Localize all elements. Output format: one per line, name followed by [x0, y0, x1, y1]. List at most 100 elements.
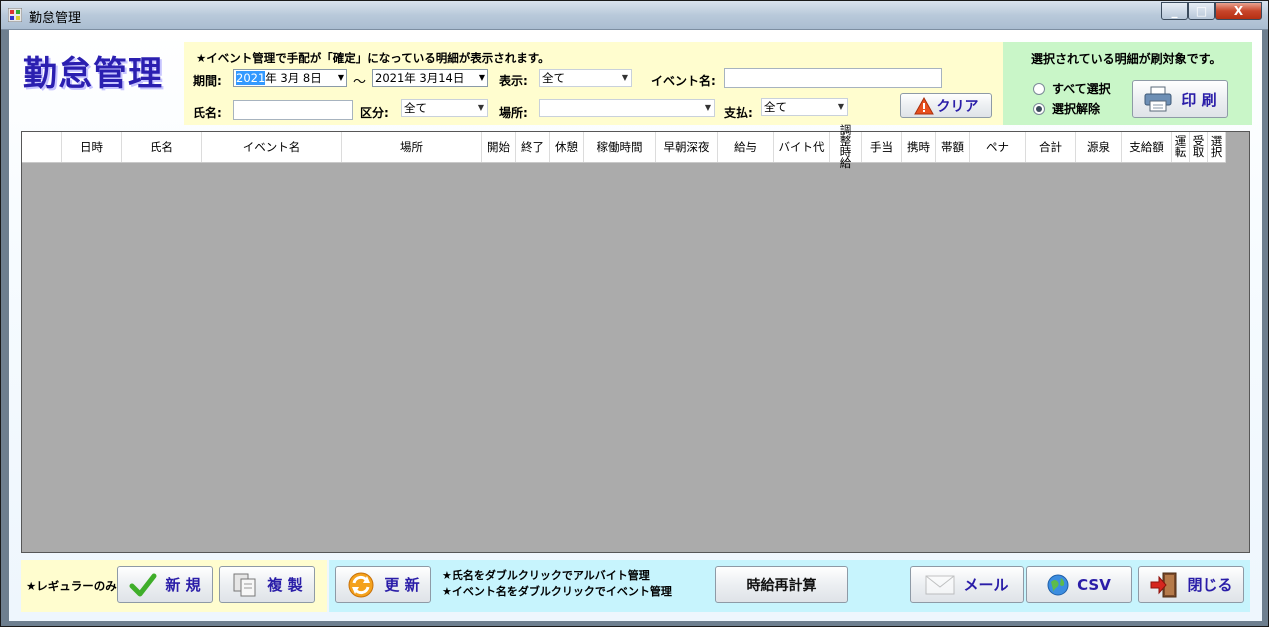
- payment-value: 全て: [764, 100, 787, 114]
- maximize-button[interactable]: □: [1188, 2, 1215, 20]
- warning-icon: [913, 96, 934, 114]
- exit-door-icon: [1150, 572, 1177, 597]
- date-from-picker[interactable]: 2021年 3月 8日 ▼: [233, 69, 347, 87]
- grid-col-driving[interactable]: 運転: [1172, 132, 1190, 162]
- grid-col-working-hours[interactable]: 稼働時間: [584, 132, 656, 162]
- date-to-value: 2021年 3月14日: [375, 71, 465, 85]
- refresh-button[interactable]: 更 新: [335, 566, 431, 603]
- recalculate-wage-button[interactable]: 時給再計算: [715, 566, 848, 603]
- grid-col-name[interactable]: 氏名: [122, 132, 202, 162]
- grid-col-received[interactable]: 受取: [1190, 132, 1208, 162]
- display-value: 全て: [542, 71, 565, 85]
- date-to-picker[interactable]: 2021年 3月14日 ▼: [372, 69, 488, 87]
- name-label: 氏名:: [193, 106, 222, 120]
- globe-icon: [1047, 574, 1069, 595]
- chevron-down-icon: ▼: [704, 103, 711, 112]
- print-notice: 選択されている明細が刷対象です。: [1031, 52, 1222, 66]
- app-window: 勤怠管理 _ □ X 勤怠管理 ★イベント管理で手配が「確定」になっている明細が…: [0, 0, 1269, 627]
- title-bar[interactable]: 勤怠管理 _ □ X: [1, 1, 1268, 30]
- deselect-radio[interactable]: 選択解除: [1033, 100, 1100, 117]
- close-app-button[interactable]: 閉じる: [1138, 566, 1244, 603]
- printer-icon: [1144, 86, 1172, 112]
- checkmark-icon: [129, 573, 157, 596]
- mail-button[interactable]: メール: [910, 566, 1024, 603]
- select-all-radio[interactable]: すべて選択: [1033, 80, 1111, 97]
- close-app-label: 閉じる: [1187, 576, 1233, 594]
- grid-col-datetime[interactable]: 日時: [62, 132, 122, 162]
- new-button[interactable]: 新 規: [117, 566, 213, 603]
- close-window-button[interactable]: X: [1215, 2, 1262, 20]
- client-area: 勤怠管理 ★イベント管理で手配が「確定」になっている明細が表示されます。 期間:…: [9, 30, 1262, 621]
- payment-label: 支払:: [724, 106, 753, 120]
- select-all-label: すべて選択: [1052, 82, 1111, 96]
- grid-col-break[interactable]: 休憩: [550, 132, 584, 162]
- new-label: 新 規: [165, 576, 201, 594]
- grid-col-start[interactable]: 開始: [482, 132, 516, 162]
- radio-unchecked-icon: [1033, 82, 1045, 95]
- place-select[interactable]: ▼: [539, 99, 715, 117]
- copy-icon: [233, 573, 256, 596]
- grid-col-place[interactable]: 場所: [342, 132, 482, 162]
- deselect-label: 選択解除: [1052, 102, 1101, 116]
- event-label: イベント名:: [651, 74, 716, 88]
- filter-notice: ★イベント管理で手配が「確定」になっている明細が表示されます。: [196, 51, 550, 65]
- copy-label: 複 製: [267, 576, 303, 594]
- grid-col-mobile[interactable]: 携時: [902, 132, 936, 162]
- close-icon: X: [1233, 4, 1244, 18]
- grid-col-total[interactable]: 合計: [1026, 132, 1076, 162]
- copy-button[interactable]: 複 製: [219, 566, 315, 603]
- grid-col-row-header[interactable]: [22, 132, 62, 162]
- clear-button[interactable]: クリア: [900, 93, 992, 118]
- grid-col-allowance[interactable]: 手当: [862, 132, 902, 162]
- clear-label: クリア: [936, 98, 979, 115]
- grid-col-adjusted-wage[interactable]: 調整時給: [830, 124, 862, 169]
- grid-col-salary[interactable]: 給与: [718, 132, 774, 162]
- grid-col-event[interactable]: イベント名: [202, 132, 342, 162]
- envelope-icon: [925, 575, 955, 594]
- category-select[interactable]: 全て ▼: [401, 99, 488, 117]
- minimize-button[interactable]: _: [1161, 2, 1188, 20]
- chevron-down-icon: ▼: [478, 73, 485, 82]
- regular-only-label: ★レギュラーのみ: [26, 579, 117, 593]
- maximize-icon: □: [1195, 4, 1208, 18]
- hint-event-double-click: ★イベント名をダブルクリックでイベント管理: [442, 585, 672, 598]
- minimize-icon: _: [1171, 4, 1178, 18]
- event-name-input[interactable]: [724, 68, 942, 88]
- grid-col-early-late[interactable]: 早朝深夜: [656, 132, 718, 162]
- window-title: 勤怠管理: [29, 11, 82, 26]
- chevron-down-icon: ▼: [621, 73, 628, 82]
- bottom-main-panel: 更 新 ★氏名をダブルクリックでアルバイト管理 ★イベント名をダブルクリックでイ…: [329, 560, 1250, 612]
- radio-checked-icon: [1033, 102, 1045, 115]
- grid-col-select[interactable]: 選択: [1208, 132, 1226, 162]
- refresh-label: 更 新: [384, 576, 420, 594]
- range-tilde: ～: [353, 75, 367, 90]
- csv-label: CSV: [1077, 575, 1111, 594]
- category-label: 区分:: [360, 106, 389, 120]
- grid-col-withholding[interactable]: 源泉: [1076, 132, 1122, 162]
- csv-button[interactable]: CSV: [1026, 566, 1132, 603]
- payment-select[interactable]: 全て ▼: [761, 98, 848, 116]
- grid-col-penalty[interactable]: ペナ: [970, 132, 1026, 162]
- display-select[interactable]: 全て ▼: [539, 69, 632, 87]
- grid-col-payment-amount[interactable]: 支給額: [1122, 132, 1172, 162]
- print-label: 印 刷: [1181, 90, 1217, 109]
- grid-col-end[interactable]: 終了: [516, 132, 550, 162]
- mail-label: メール: [963, 576, 1009, 594]
- chevron-down-icon: ▼: [337, 73, 344, 82]
- chevron-down-icon: ▼: [477, 103, 484, 112]
- grid-col-part-time-pay[interactable]: バイト代: [774, 132, 830, 162]
- display-label: 表示:: [499, 74, 528, 88]
- grid-col-band-amount[interactable]: 帯額: [936, 132, 970, 162]
- place-label: 場所:: [499, 106, 528, 120]
- hint-name-double-click: ★氏名をダブルクリックでアルバイト管理: [442, 569, 650, 582]
- name-input[interactable]: [233, 100, 353, 120]
- recalculate-label: 時給再計算: [746, 577, 817, 594]
- app-icon: [8, 8, 22, 22]
- period-label: 期間:: [193, 74, 222, 88]
- print-button[interactable]: 印 刷: [1132, 80, 1228, 118]
- chevron-down-icon: ▼: [837, 102, 844, 111]
- category-value: 全て: [404, 101, 427, 115]
- app-logo: 勤怠管理: [23, 54, 163, 94]
- data-grid[interactable]: 日時 氏名 イベント名 場所 開始 終了 休憩 稼働時間 早朝深夜 給与 バイト…: [21, 124, 1250, 553]
- date-from-year: 2021: [236, 71, 266, 85]
